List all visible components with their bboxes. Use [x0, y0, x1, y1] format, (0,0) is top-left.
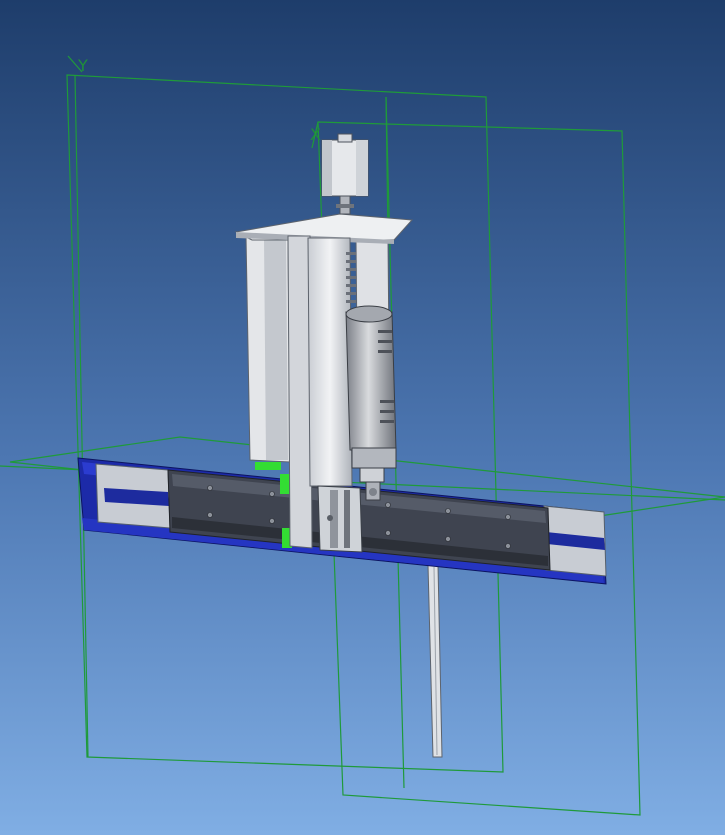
y-axis-label: Y: [77, 56, 88, 75]
cad-3d-viewport[interactable]: Y X: [0, 0, 725, 835]
assembly-scene[interactable]: Y X: [0, 0, 725, 835]
carriage-plate[interactable]: [317, 485, 363, 553]
guide-block-highlight: [255, 462, 281, 470]
